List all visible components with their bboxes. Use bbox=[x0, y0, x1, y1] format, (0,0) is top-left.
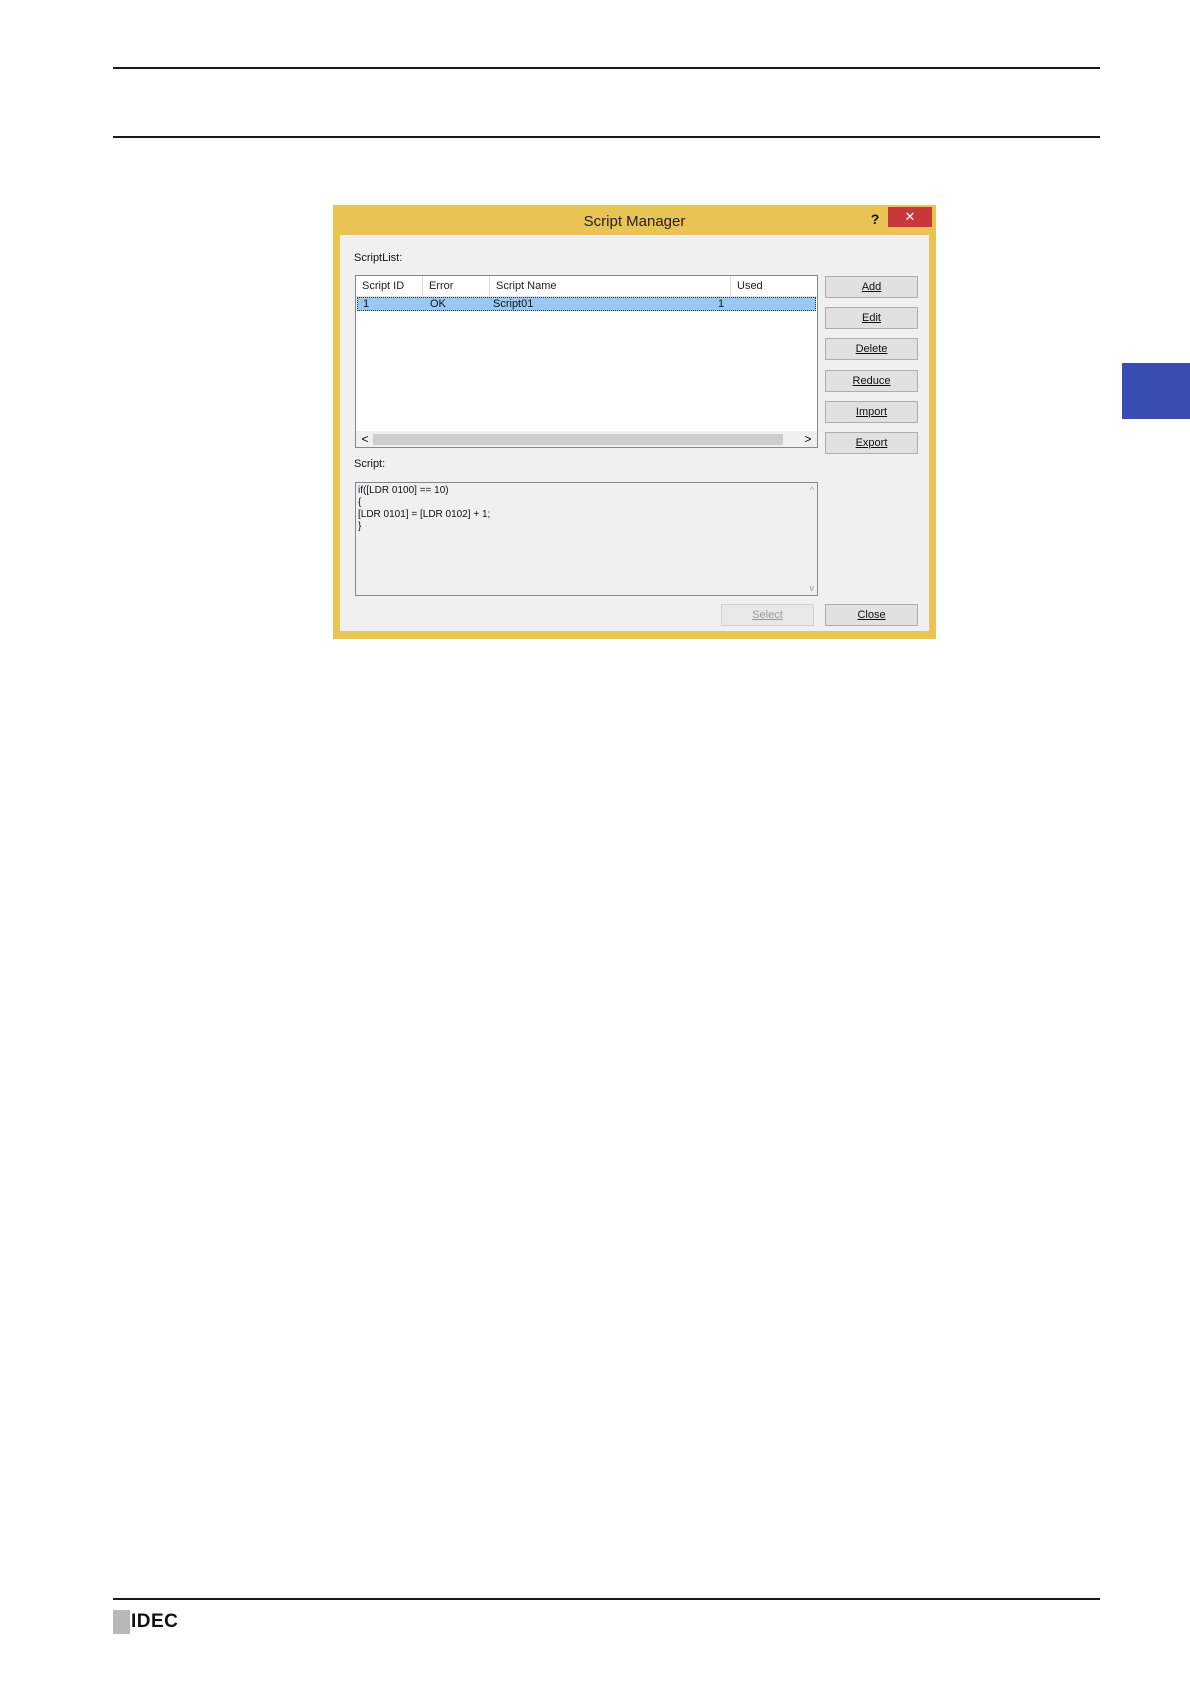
horizontal-scrollbar[interactable]: < > bbox=[356, 431, 817, 447]
idec-logo: IDEC bbox=[113, 1610, 178, 1634]
footer-rule bbox=[113, 1598, 1100, 1600]
column-header-used[interactable]: Used bbox=[731, 276, 817, 296]
select-button[interactable]: Select bbox=[721, 604, 814, 626]
header-rule bbox=[113, 136, 1100, 138]
column-header-error[interactable]: Error bbox=[423, 276, 490, 296]
help-button[interactable]: ? bbox=[865, 209, 885, 229]
close-window-button[interactable]: ✕ bbox=[888, 207, 932, 227]
cell-used: 1 bbox=[718, 298, 725, 310]
scroll-thumb[interactable] bbox=[373, 434, 783, 445]
cell-error: OK bbox=[430, 298, 446, 310]
delete-button[interactable]: Delete bbox=[825, 338, 918, 360]
scroll-left-icon[interactable]: < bbox=[358, 431, 372, 447]
table-row[interactable]: 1 OK Script01 1 bbox=[357, 297, 816, 311]
cell-script-name: Script01 bbox=[493, 298, 534, 310]
top-rule bbox=[113, 67, 1100, 69]
edit-button[interactable]: Edit bbox=[825, 307, 918, 329]
scroll-right-icon[interactable]: > bbox=[801, 431, 815, 447]
chapter-tab bbox=[1122, 363, 1190, 419]
add-button[interactable]: Add bbox=[825, 276, 918, 298]
dialog-title: Script Manager bbox=[583, 213, 686, 230]
logo-text: IDEC bbox=[131, 1611, 179, 1632]
import-button[interactable]: Import bbox=[825, 401, 918, 423]
scroll-up-icon[interactable]: ^ bbox=[810, 485, 814, 495]
dialog-body: ScriptList: Script ID Error Script Name … bbox=[340, 235, 929, 631]
scroll-down-icon[interactable]: v bbox=[810, 583, 815, 593]
script-code: if([LDR 0100] == 10) { [LDR 0101] = [LDR… bbox=[358, 485, 491, 532]
export-button[interactable]: Export bbox=[825, 432, 918, 454]
column-header-script-name[interactable]: Script Name bbox=[490, 276, 731, 296]
script-label: Script: bbox=[354, 458, 386, 470]
script-preview[interactable]: if([LDR 0100] == 10) { [LDR 0101] = [LDR… bbox=[355, 482, 818, 596]
cell-script-id: 1 bbox=[363, 298, 370, 310]
logo-mark bbox=[113, 1610, 130, 1634]
script-manager-dialog: Script Manager ? ✕ ScriptList: Script ID… bbox=[333, 205, 936, 639]
reduce-button[interactable]: Reduce bbox=[825, 370, 918, 392]
list-header: Script ID Error Script Name Used bbox=[356, 276, 817, 297]
script-list[interactable]: Script ID Error Script Name Used 1 OK Sc… bbox=[355, 275, 818, 448]
title-bar[interactable]: Script Manager ? ✕ bbox=[333, 205, 936, 235]
close-button[interactable]: Close bbox=[825, 604, 918, 626]
scriptlist-label: ScriptList: bbox=[354, 252, 403, 264]
column-header-script-id[interactable]: Script ID bbox=[356, 276, 423, 296]
